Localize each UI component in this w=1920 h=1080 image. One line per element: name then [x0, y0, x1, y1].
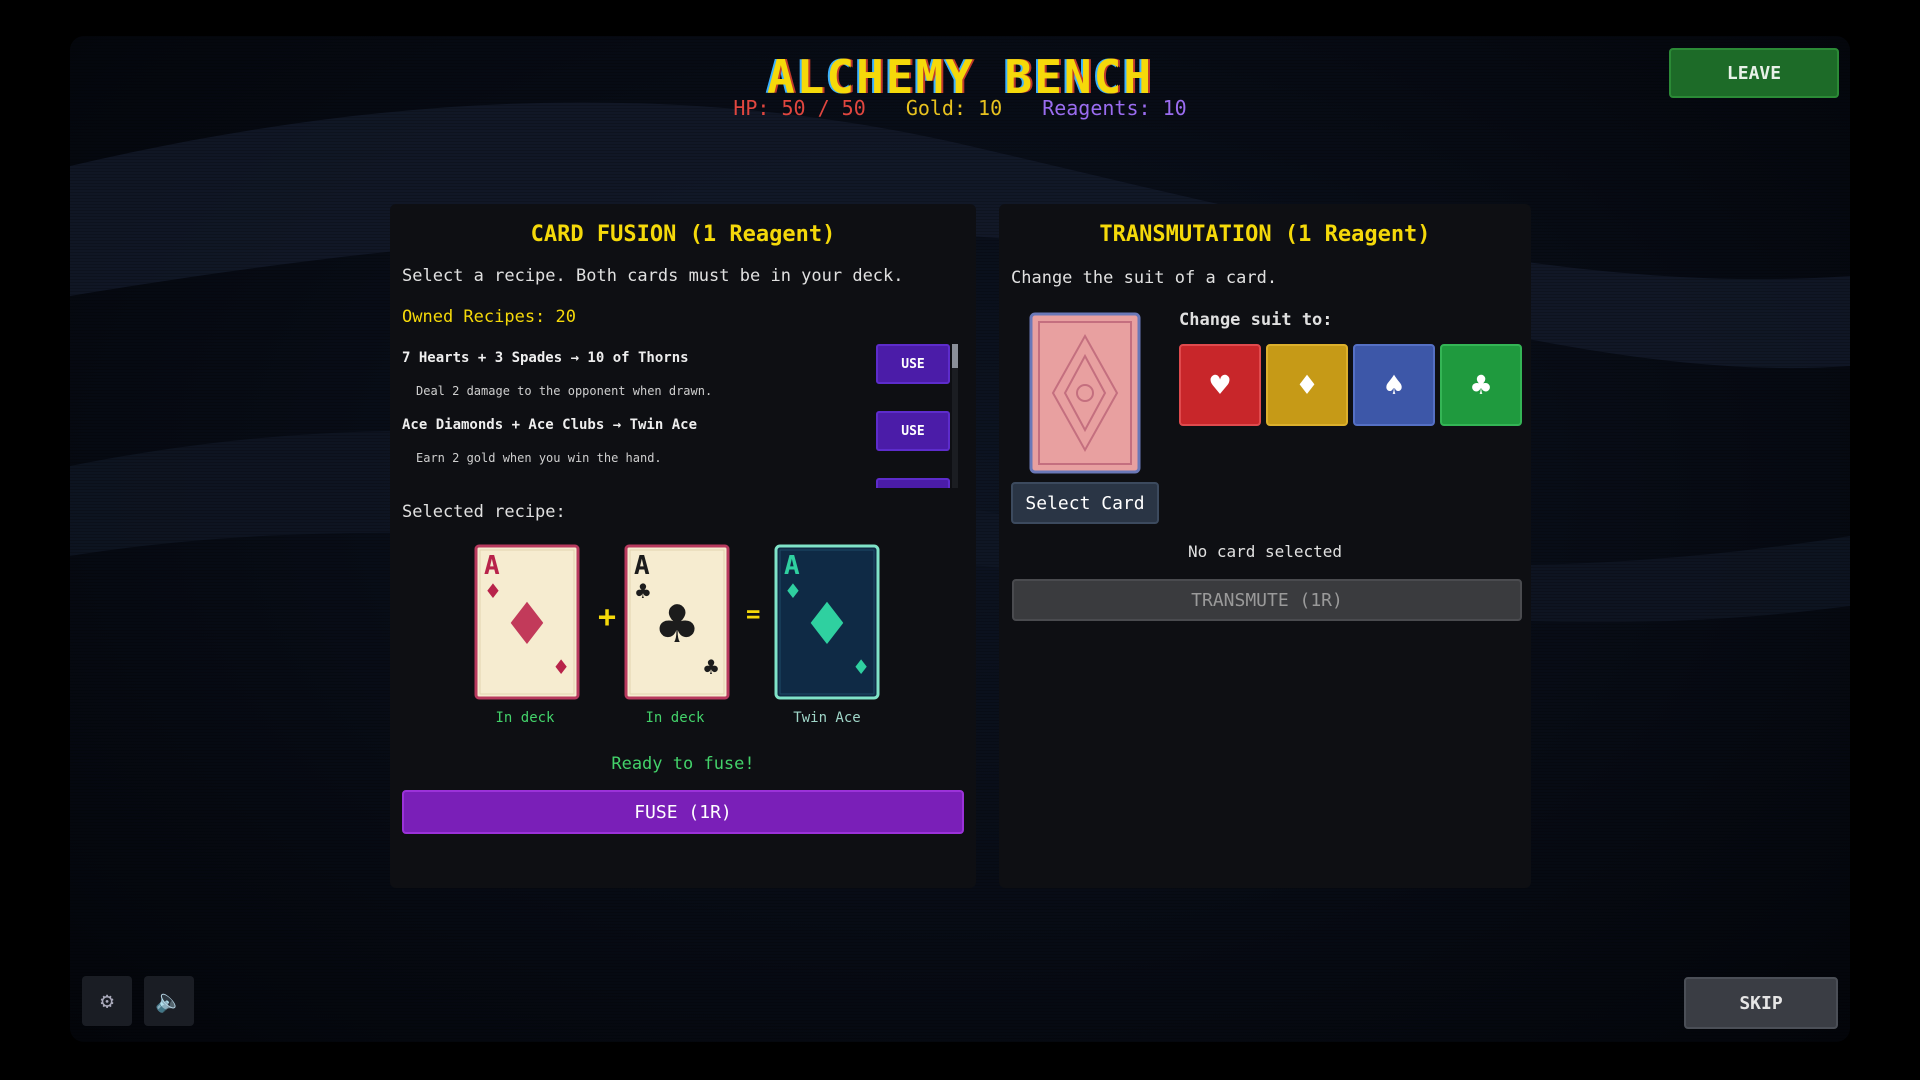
diamond-icon: ♦	[501, 590, 553, 658]
scrollbar-thumb[interactable]	[952, 344, 958, 368]
result-card[interactable]: A ♦ ♦ ♦	[774, 544, 880, 700]
skip-button[interactable]: SKIP	[1684, 977, 1838, 1029]
result-card-label: Twin Ace	[793, 710, 861, 726]
leave-button[interactable]: LEAVE	[1669, 48, 1839, 98]
recipe-scrollbar[interactable]	[952, 344, 958, 488]
diamond-suit-button[interactable]: ♦	[1266, 344, 1348, 426]
transmute-button[interactable]: TRANSMUTE (1R)	[1012, 579, 1522, 621]
owned-recipes: Owned Recipes: 20	[402, 307, 576, 327]
plus-sign: +	[598, 600, 617, 635]
hp-stat: HP: 50 / 50	[733, 96, 866, 120]
selected-recipe-label: Selected recipe:	[402, 502, 566, 522]
transmutation-title: TRANSMUTATION (1 Reagent)	[1099, 222, 1431, 247]
spade-suit-button[interactable]: ♠	[1353, 344, 1435, 426]
equals-sign: =	[746, 600, 761, 628]
card-rank: A	[634, 551, 650, 581]
spade-icon: ♠	[1384, 366, 1404, 404]
diamond-icon: ♦	[1297, 366, 1317, 404]
sound-button[interactable]: 🔈	[144, 976, 194, 1026]
fusion-status: Ready to fuse!	[611, 754, 755, 774]
settings-button[interactable]: ⚙	[82, 976, 132, 1026]
recipe-formula: 7 Hearts + 3 Spades → 10 of Thorns	[402, 350, 689, 366]
select-card-button[interactable]: Select Card	[1011, 482, 1159, 524]
use-button-partial[interactable]	[876, 478, 950, 488]
transmutation-panel: TRANSMUTATION (1 Reagent) Change the sui…	[999, 204, 1531, 888]
fuse-button[interactable]: FUSE (1R)	[402, 790, 964, 834]
card-rank: A	[784, 551, 800, 581]
heart-suit-button[interactable]: ♥	[1179, 344, 1261, 426]
speaker-icon: 🔈	[155, 988, 183, 1014]
ingredient-card-1[interactable]: A ♦ ♦ ♦	[474, 544, 580, 700]
reagents-stat: Reagents: 10	[1042, 96, 1187, 120]
card-back[interactable]	[1029, 312, 1141, 474]
club-icon: ♣	[1471, 366, 1491, 404]
diamond-icon: ♦	[801, 590, 853, 658]
card-suit-small: ♣	[634, 579, 652, 603]
player-stats: HP: 50 / 50 Gold: 10 Reagents: 10	[0, 96, 1920, 120]
recipe-desc: Earn 2 gold when you win the hand.	[416, 451, 662, 465]
heart-icon: ♥	[1210, 366, 1230, 404]
recipe-list: 7 Hearts + 3 Spades → 10 of Thorns USE D…	[402, 344, 962, 488]
gold-stat: Gold: 10	[905, 96, 1003, 120]
card-suit-small: ♣	[702, 655, 720, 679]
card-suit-small: ♦	[852, 655, 870, 679]
recipe-desc: Deal 2 damage to the opponent when drawn…	[416, 384, 713, 398]
club-icon: ♣	[654, 595, 701, 655]
card-suit-small: ♦	[484, 579, 502, 603]
use-button[interactable]: USE	[876, 411, 950, 451]
transmutation-instructions: Change the suit of a card.	[1011, 268, 1278, 288]
card-suit-small: ♦	[552, 655, 570, 679]
card-rank: A	[484, 551, 500, 581]
fusion-instructions: Select a recipe. Both cards must be in y…	[402, 266, 904, 286]
ingredient-card-2[interactable]: A ♣ ♣ ♣	[624, 544, 730, 700]
club-suit-button[interactable]: ♣	[1440, 344, 1522, 426]
use-button[interactable]: USE	[876, 344, 950, 384]
gear-icon: ⚙	[100, 988, 114, 1014]
fusion-title: CARD FUSION (1 Reagent)	[530, 222, 836, 247]
card-2-label: In deck	[645, 710, 705, 726]
transmute-status: No card selected	[1187, 542, 1343, 561]
card-fusion-panel: CARD FUSION (1 Reagent) Select a recipe.…	[390, 204, 976, 888]
card-suit-small: ♦	[784, 579, 802, 603]
change-suit-label: Change suit to:	[1179, 310, 1333, 330]
recipe-formula: Ace Diamonds + Ace Clubs → Twin Ace	[402, 417, 698, 433]
card-1-label: In deck	[495, 710, 555, 726]
